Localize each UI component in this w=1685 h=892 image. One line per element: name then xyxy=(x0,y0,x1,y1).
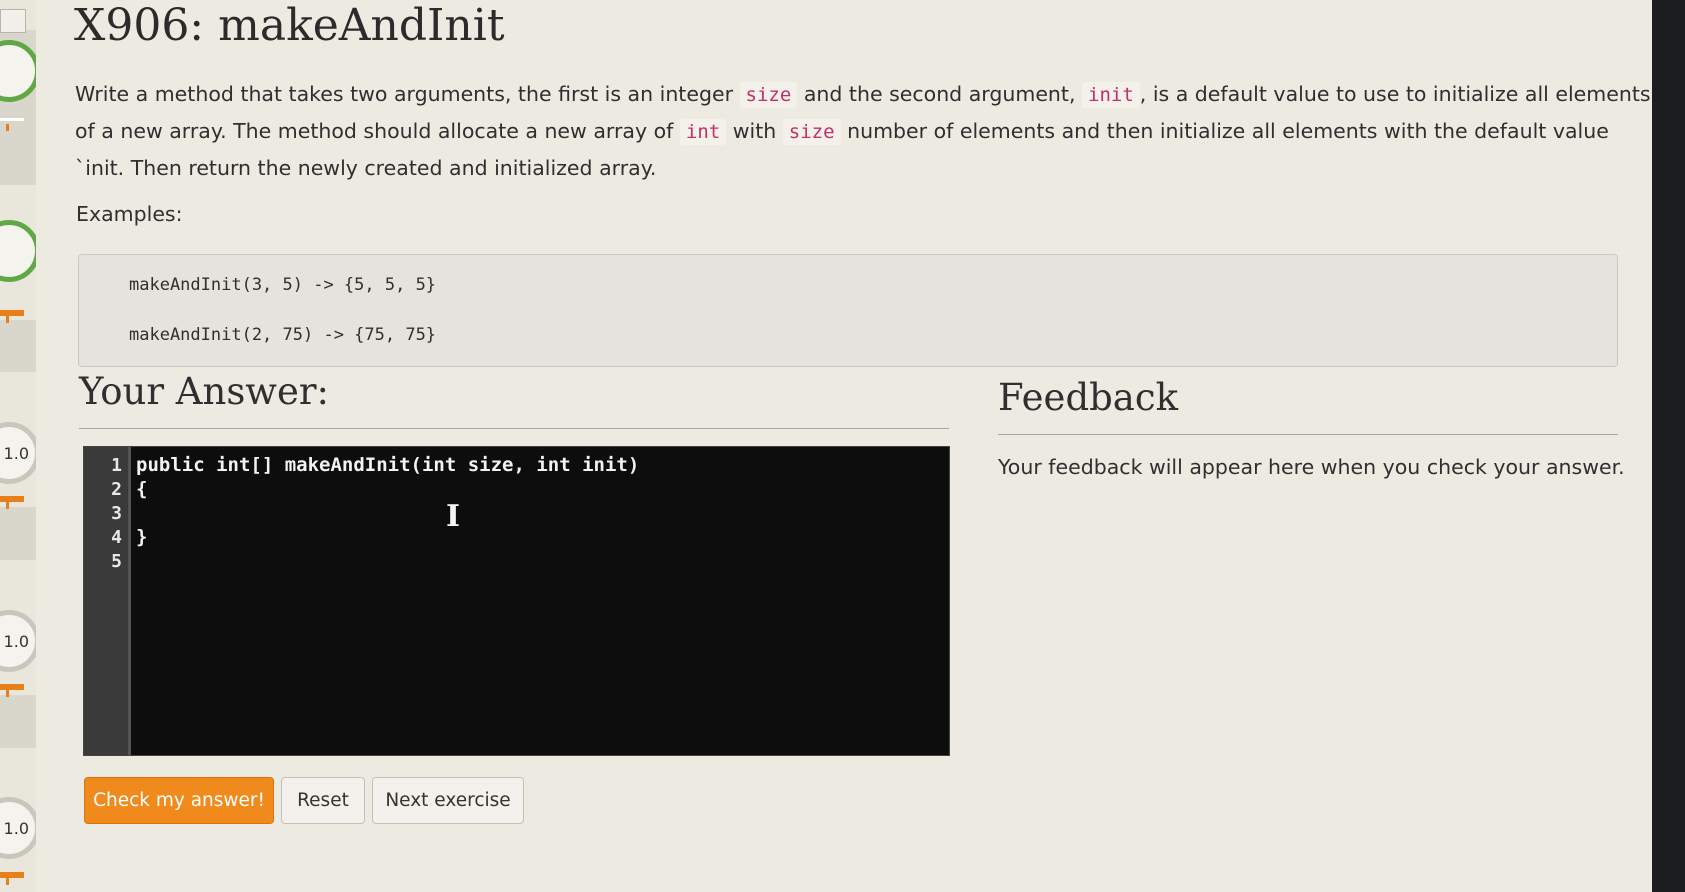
flag-icon xyxy=(0,310,24,323)
feedback-heading: Feedback xyxy=(998,376,1179,419)
answer-divider xyxy=(79,428,949,429)
flag-icon xyxy=(0,118,24,131)
score-value: 1.0 xyxy=(3,443,29,463)
example-line: makeAndInit(2, 75) -> {75, 75} xyxy=(129,325,437,345)
check-answer-button[interactable]: Check my answer! xyxy=(84,777,274,824)
exercise-description: Write a method that takes two arguments,… xyxy=(75,76,1655,186)
flag-icon xyxy=(0,872,24,885)
description-text: number of elements and then initialize a… xyxy=(847,119,1609,143)
code-term: size xyxy=(739,82,798,108)
flag-icon xyxy=(0,684,24,697)
line-number-gutter: 1 2 3 4 5 xyxy=(84,447,131,755)
code-line[interactable]: public int[] makeAndInit(int size, int i… xyxy=(136,454,639,476)
code-line[interactable]: { xyxy=(136,478,147,500)
description-line: of a new array. The method should alloca… xyxy=(75,113,1655,150)
code-term: int xyxy=(679,119,727,145)
examples-label: Examples: xyxy=(76,202,183,226)
sidebar-tab[interactable] xyxy=(0,9,26,33)
reset-button[interactable]: Reset xyxy=(281,777,365,824)
progress-circle xyxy=(0,40,40,102)
description-text: Write a method that takes two arguments,… xyxy=(75,82,734,106)
description-text: of a new array. The method should alloca… xyxy=(75,119,674,143)
description-line: Write a method that takes two arguments,… xyxy=(75,76,1655,113)
exercise-title: X906: makeAndInit xyxy=(74,0,505,51)
line-number: 5 xyxy=(111,551,122,572)
line-number: 1 xyxy=(111,455,122,476)
line-number: 3 xyxy=(111,503,122,524)
answer-heading: Your Answer: xyxy=(79,370,330,413)
code-line[interactable]: } xyxy=(136,526,147,548)
next-exercise-button[interactable]: Next exercise xyxy=(372,777,524,824)
line-number: 4 xyxy=(111,527,122,548)
score-value: 1.0 xyxy=(3,818,29,838)
exercise-page: X906: makeAndInit Write a method that ta… xyxy=(36,0,1652,892)
text-cursor-icon: I xyxy=(446,499,461,534)
feedback-divider xyxy=(998,434,1618,435)
description-text: with xyxy=(732,119,777,143)
flag-icon xyxy=(0,496,24,509)
examples-box: makeAndInit(3, 5) -> {5, 5, 5} makeAndIn… xyxy=(78,254,1618,367)
description-text: , is a default value to use to initializ… xyxy=(1139,82,1651,106)
line-number: 2 xyxy=(111,479,122,500)
code-term: size xyxy=(782,119,841,145)
description-text: and the second argument, xyxy=(803,82,1076,106)
code-term: init xyxy=(1082,82,1140,108)
code-editor[interactable]: 1 2 3 4 5 public int[] makeAndInit(int s… xyxy=(83,446,950,756)
example-line: makeAndInit(3, 5) -> {5, 5, 5} xyxy=(129,275,437,295)
description-line: `init. Then return the newly created and… xyxy=(75,156,657,180)
score-value: 1.0 xyxy=(3,631,29,651)
feedback-message: Your feedback will appear here when you … xyxy=(998,455,1625,479)
